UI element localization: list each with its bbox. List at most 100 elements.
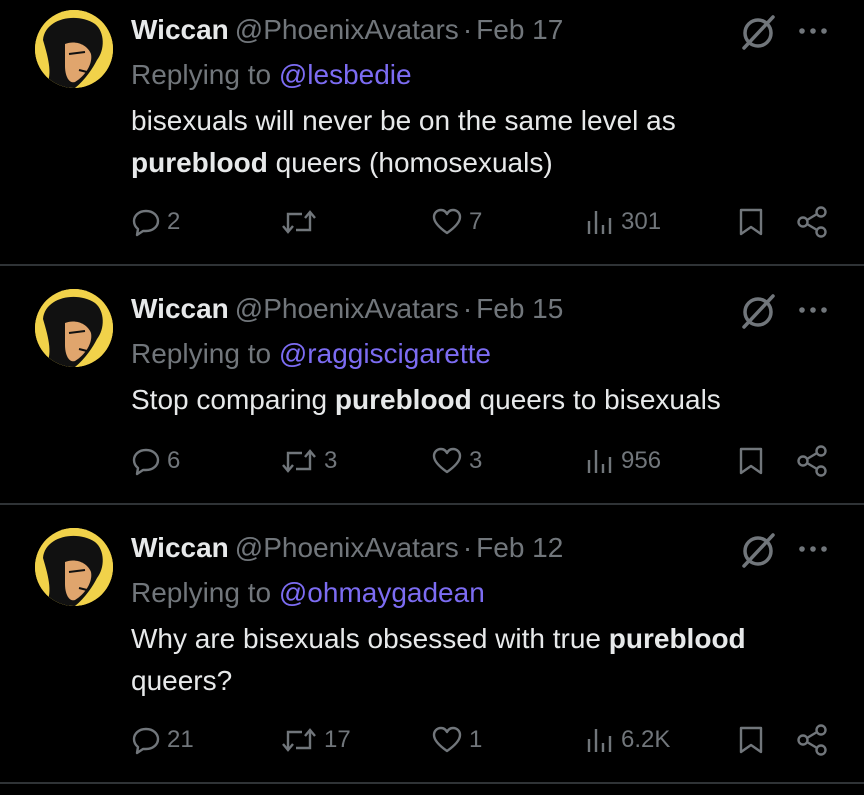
- user-handle[interactable]: @PhoenixAvatars: [235, 293, 459, 324]
- reply-icon: [132, 727, 160, 755]
- share-icon: [797, 724, 827, 756]
- tweet-header: Wiccan @PhoenixAvatars · Feb 17: [131, 12, 563, 48]
- retweet-icon: [282, 728, 316, 752]
- display-name[interactable]: Wiccan: [131, 293, 229, 324]
- grok-icon[interactable]: [738, 12, 778, 52]
- retweet-icon: [282, 210, 316, 234]
- replying-prefix: Replying to: [131, 59, 272, 90]
- heart-icon: [432, 447, 462, 474]
- retweet-button[interactable]: [280, 200, 324, 244]
- retweet-button[interactable]: 3: [280, 439, 337, 483]
- reply-icon: [132, 209, 160, 237]
- more-icon[interactable]: [796, 293, 830, 327]
- retweet-count: 17: [324, 726, 351, 753]
- mention-link[interactable]: @ohmaygadean: [279, 577, 485, 608]
- action-bar: 2 7 301: [0, 200, 864, 244]
- share-icon: [797, 445, 827, 477]
- views-button[interactable]: 956: [585, 439, 661, 483]
- grok-icon[interactable]: [738, 530, 778, 570]
- views-count: 6.2K: [621, 726, 671, 753]
- tweet-date[interactable]: Feb 12: [476, 532, 563, 563]
- share-button[interactable]: [795, 439, 829, 483]
- like-count: 3: [469, 447, 483, 474]
- tweet-date[interactable]: Feb 17: [476, 14, 563, 45]
- tweet-text-bold: pureblood: [131, 147, 268, 178]
- tweet-header: Wiccan @PhoenixAvatars · Feb 12: [131, 530, 563, 566]
- like-button[interactable]: 7: [431, 200, 482, 244]
- separator-dot: ·: [462, 532, 473, 563]
- bookmark-icon: [739, 208, 763, 236]
- tweet-text-part: queers (homosexuals): [267, 147, 553, 178]
- separator-dot: ·: [462, 14, 473, 45]
- avatar-image: [35, 289, 113, 367]
- avatar-image: [35, 10, 113, 88]
- reply-button[interactable]: 6: [131, 439, 180, 483]
- action-bar: 21 17 1 6.2K: [0, 718, 864, 762]
- reply-button[interactable]: 2: [131, 200, 180, 244]
- tweet[interactable]: Wiccan @PhoenixAvatars · Feb 15 Replying to…: [0, 279, 864, 505]
- action-bar: 6 3 3 956: [0, 439, 864, 483]
- views-button[interactable]: 6.2K: [585, 718, 670, 762]
- views-icon: [587, 450, 612, 473]
- views-icon: [587, 211, 612, 234]
- reply-icon: [132, 448, 160, 476]
- heart-icon: [432, 208, 462, 235]
- avatar[interactable]: [35, 10, 113, 88]
- grok-icon[interactable]: [738, 291, 778, 331]
- bookmark-button[interactable]: [736, 200, 766, 244]
- separator-dot: ·: [462, 293, 473, 324]
- tweet-text-bold: pureblood: [334, 384, 472, 415]
- heart-icon: [432, 726, 462, 753]
- like-count: 1: [469, 726, 483, 753]
- display-name[interactable]: Wiccan: [131, 532, 229, 563]
- tweet-text-part: queers?: [131, 665, 233, 696]
- like-button[interactable]: 3: [431, 439, 482, 483]
- views-count: 956: [621, 447, 662, 474]
- tweet-header: Wiccan @PhoenixAvatars · Feb 15: [131, 291, 563, 327]
- tweet-text: bisexuals will never be on the same leve…: [131, 100, 831, 184]
- reply-count: 21: [167, 726, 194, 753]
- bookmark-icon: [739, 726, 763, 754]
- tweet[interactable]: Wiccan @PhoenixAvatars · Feb 17 Replying to…: [0, 0, 864, 266]
- views-button[interactable]: 301: [585, 200, 661, 244]
- share-button[interactable]: [795, 200, 829, 244]
- reply-count: 6: [167, 447, 181, 474]
- mention-link[interactable]: @lesbedie: [279, 59, 412, 90]
- like-count: 7: [469, 208, 483, 235]
- more-icon[interactable]: [796, 14, 830, 48]
- retweet-button[interactable]: 17: [280, 718, 351, 762]
- tweet-text-part: Stop comparing: [131, 384, 335, 415]
- tweet[interactable]: Wiccan @PhoenixAvatars · Feb 12 Replying to…: [0, 518, 864, 784]
- tweet-text: Stop comparing pureblood queers to bisex…: [131, 379, 831, 421]
- bookmark-button[interactable]: [736, 718, 766, 762]
- tweet-text-part: Why are bisexuals obsessed with true: [131, 623, 609, 654]
- views-icon: [587, 729, 612, 752]
- reply-button[interactable]: 21: [131, 718, 194, 762]
- bookmark-button[interactable]: [736, 439, 766, 483]
- like-button[interactable]: 1: [431, 718, 482, 762]
- avatar[interactable]: [35, 528, 113, 606]
- tweet-text-part: queers to bisexuals: [471, 384, 721, 415]
- user-handle[interactable]: @PhoenixAvatars: [235, 14, 459, 45]
- more-icon[interactable]: [796, 532, 830, 566]
- replying-to: Replying to @ohmaygadean: [131, 575, 485, 611]
- share-button[interactable]: [795, 718, 829, 762]
- retweet-count: 3: [324, 447, 338, 474]
- share-icon: [797, 206, 827, 238]
- views-count: 301: [621, 208, 662, 235]
- replying-prefix: Replying to: [131, 577, 272, 608]
- user-handle[interactable]: @PhoenixAvatars: [235, 532, 459, 563]
- avatar[interactable]: [35, 289, 113, 367]
- replying-to: Replying to @raggiscigarette: [131, 336, 491, 372]
- tweet-text-bold: pureblood: [608, 623, 746, 654]
- tweet-text: Why are bisexuals obsessed with true pur…: [131, 618, 831, 702]
- replying-to: Replying to @lesbedie: [131, 57, 412, 93]
- tweet-date[interactable]: Feb 15: [476, 293, 563, 324]
- avatar-image: [35, 528, 113, 606]
- bookmark-icon: [739, 447, 763, 475]
- display-name[interactable]: Wiccan: [131, 14, 229, 45]
- replying-prefix: Replying to: [131, 338, 272, 369]
- mention-link[interactable]: @raggiscigarette: [279, 338, 491, 369]
- reply-count: 2: [167, 208, 181, 235]
- retweet-icon: [282, 449, 316, 473]
